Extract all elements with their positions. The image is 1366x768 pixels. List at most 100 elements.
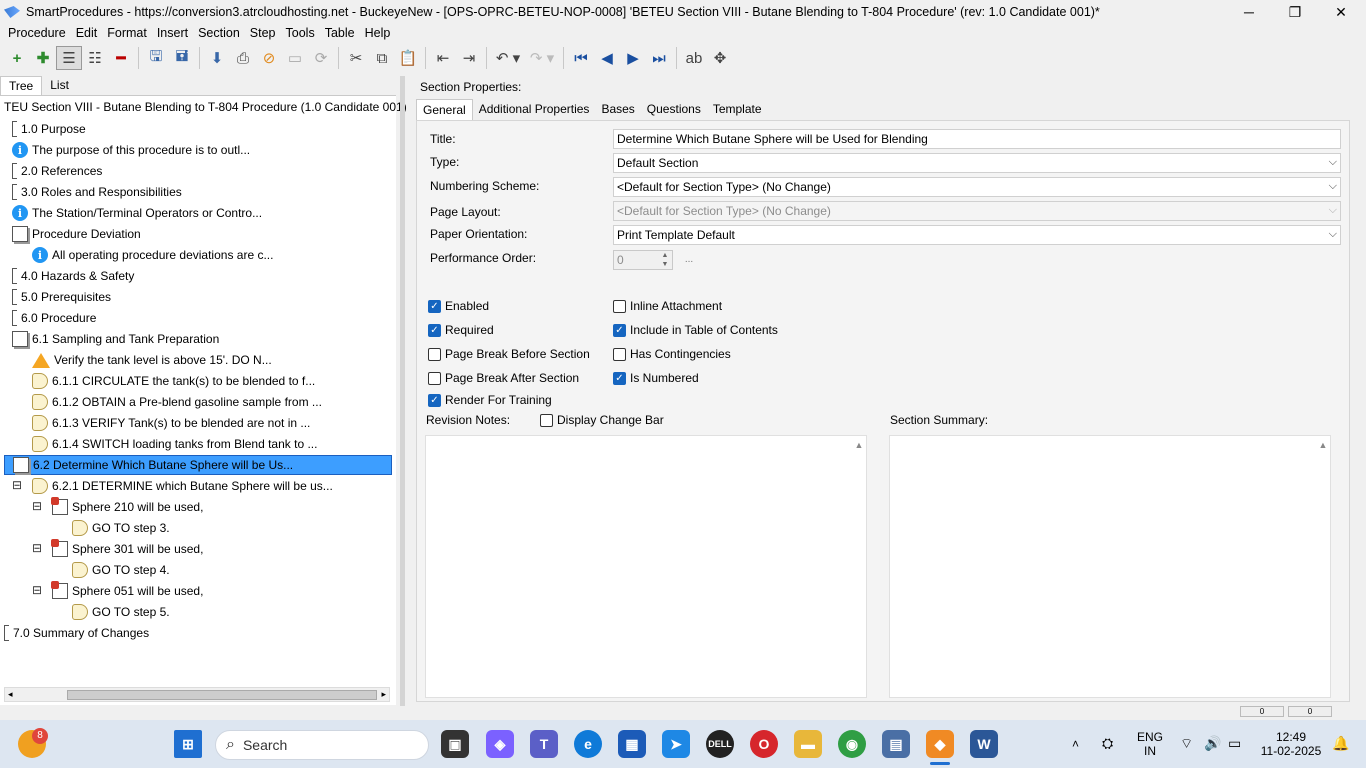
tab-list[interactable]: List <box>42 76 77 96</box>
remove-icon[interactable]: ━ <box>108 46 134 70</box>
wifi-icon[interactable]: ⌔ <box>1180 736 1193 750</box>
menu-table[interactable]: Table <box>320 26 360 40</box>
close-button[interactable]: ✕ <box>1318 0 1364 24</box>
indent-icon[interactable]: ⇥ <box>456 46 482 70</box>
last-icon[interactable]: ⏭ <box>646 46 672 70</box>
include-toc-checkbox[interactable]: ✓ Include in Table of Contents <box>613 323 778 337</box>
horizontal-scrollbar[interactable]: ◂ ▸ <box>4 687 390 702</box>
menu-step[interactable]: Step <box>245 26 281 40</box>
tree-item[interactable]: i The Station/Terminal Operators or Contr… <box>12 203 262 223</box>
next-icon[interactable]: ▶ <box>620 46 646 70</box>
tree-item[interactable]: 5.0 Prerequisites <box>12 287 111 307</box>
copilot-icon[interactable]: ◈ <box>486 730 514 758</box>
tree-item[interactable]: GO TO step 5. <box>72 602 170 622</box>
clock[interactable]: 12:49 11-02-2025 <box>1256 730 1326 758</box>
menu-edit[interactable]: Edit <box>71 26 103 40</box>
tree-item[interactable]: Procedure Deviation <box>12 224 141 244</box>
is-numbered-checkbox[interactable]: ✓ Is Numbered <box>613 371 699 385</box>
tab-general[interactable]: General <box>416 99 473 120</box>
copy-icon[interactable]: ⧉ <box>369 46 395 70</box>
collapse-icon[interactable]: ⊟ <box>32 500 42 512</box>
collapse-icon[interactable]: ⊟ <box>32 584 42 596</box>
menu-section[interactable]: Section <box>193 26 245 40</box>
add-icon[interactable]: + <box>4 46 30 70</box>
tree-item[interactable]: GO TO step 3. <box>72 518 170 538</box>
revision-notes-textarea[interactable]: ▲ <box>425 435 867 698</box>
tree-root-title[interactable]: TEU Section VIII - Butane Blending to T-… <box>4 100 407 114</box>
display-change-bar-checkbox[interactable]: Display Change Bar <box>540 413 664 427</box>
menu-help[interactable]: Help <box>360 26 396 40</box>
tab-template[interactable]: Template <box>707 99 768 120</box>
file-explorer-icon[interactable]: ▬ <box>794 730 822 758</box>
paste-icon[interactable]: 📋 <box>395 46 421 70</box>
form-icon[interactable]: ▭ <box>282 46 308 70</box>
outline-view-icon[interactable]: ☰ <box>56 46 82 70</box>
tree-item[interactable]: 6.2.1 DETERMINE which Butane Sphere will… <box>32 476 333 496</box>
section-summary-textarea[interactable]: ▲ <box>889 435 1331 698</box>
collapse-icon[interactable]: ⊟ <box>32 542 42 554</box>
dell-icon[interactable]: DELL <box>706 730 734 758</box>
save-icon[interactable]: 🖬 <box>169 46 195 70</box>
scrollbar-thumb[interactable] <box>67 690 377 700</box>
taskbar-search[interactable]: ⌕ Search <box>215 730 429 760</box>
link-icon[interactable]: ⊘ <box>256 46 282 70</box>
tree-item[interactable]: 6.1.2 OBTAIN a Pre-blend gasoline sample… <box>32 392 322 412</box>
tree-item[interactable]: i All operating procedure deviations are … <box>32 245 273 265</box>
tree-item[interactable]: 4.0 Hazards & Safety <box>12 266 134 286</box>
tree-item[interactable]: 6.1 Sampling and Tank Preparation <box>12 329 219 349</box>
page-break-before-checkbox[interactable]: Page Break Before Section <box>428 347 590 361</box>
tree-item[interactable]: Sphere 210 will be used, <box>51 497 203 517</box>
teams-icon[interactable]: T <box>530 730 558 758</box>
save-all-icon[interactable]: 🖫 <box>143 46 169 70</box>
print-icon[interactable]: ⎙ <box>230 46 256 70</box>
render-for-training-checkbox[interactable]: ✓ Render For Training <box>428 393 552 407</box>
volume-icon[interactable]: 🔊 <box>1204 736 1221 750</box>
smartprocedures-taskbar-icon[interactable]: ◆ <box>926 730 954 758</box>
word-icon[interactable]: W <box>970 730 998 758</box>
battery-icon[interactable]: ▭ <box>1228 736 1241 750</box>
inline-attachment-checkbox[interactable]: Inline Attachment <box>613 299 722 313</box>
spell-check-icon[interactable]: ab <box>681 46 707 70</box>
paper-orientation-select[interactable]: Print Template Default ⌵ <box>613 225 1341 245</box>
tree-item[interactable]: 6.1.3 VERIFY Tank(s) to be blended are n… <box>32 413 310 433</box>
menu-format[interactable]: Format <box>102 26 152 40</box>
tree-item[interactable]: 1.0 Purpose <box>12 119 86 139</box>
language-indicator[interactable]: ENG IN <box>1134 730 1166 758</box>
tree-item[interactable]: 2.0 References <box>12 161 102 181</box>
tree-item[interactable]: 6.1.1 CIRCULATE the tank(s) to be blende… <box>32 371 315 391</box>
publish-icon[interactable]: ⬇ <box>204 46 230 70</box>
tree-item[interactable]: i The purpose of this procedure is to out… <box>12 140 250 160</box>
opera-icon[interactable]: O <box>750 730 778 758</box>
chrome-icon[interactable]: ◉ <box>838 730 866 758</box>
scroll-left-icon[interactable]: ◂ <box>8 689 13 700</box>
windows-start-icon[interactable]: ⊞ <box>174 730 202 758</box>
tree-item[interactable]: 6.1.4 SWITCH loading tanks from Blend ta… <box>32 434 317 454</box>
document-view-icon[interactable]: ☷ <box>82 46 108 70</box>
tree-item[interactable]: 6.2 Determine Which Butane Sphere will b… <box>4 455 392 475</box>
pane-splitter[interactable] <box>400 76 405 706</box>
tree-item[interactable]: GO TO step 4. <box>72 560 170 580</box>
chevron-up-icon[interactable]: ˄ <box>1072 737 1079 751</box>
task-view-icon[interactable]: ▣ <box>441 730 469 758</box>
enabled-checkbox[interactable]: ✓ Enabled <box>428 299 489 313</box>
page-break-after-checkbox[interactable]: Page Break After Section <box>428 371 579 385</box>
restore-button[interactable]: ❐ <box>1272 0 1318 24</box>
network-status-icon[interactable]: ⛭ <box>1102 736 1113 750</box>
first-icon[interactable]: ⏮ <box>568 46 594 70</box>
has-contingencies-checkbox[interactable]: Has Contingencies <box>613 347 731 361</box>
tree-item[interactable]: Sphere 301 will be used, <box>51 539 203 559</box>
scroll-up-icon[interactable]: ▲ <box>852 440 866 450</box>
tab-questions[interactable]: Questions <box>641 99 707 120</box>
menu-insert[interactable]: Insert <box>152 26 193 40</box>
tab-tree[interactable]: Tree <box>0 76 43 96</box>
edge-icon[interactable]: e <box>574 730 602 758</box>
notifications-icon[interactable]: 🔔 <box>1332 736 1349 750</box>
powerautomate-icon[interactable]: ➤ <box>662 730 690 758</box>
move-icon[interactable]: ✥ <box>707 46 733 70</box>
tree-item[interactable]: 3.0 Roles and Responsibilities <box>12 182 182 202</box>
outdent-icon[interactable]: ⇤ <box>430 46 456 70</box>
tree-item[interactable]: 7.0 Summary of Changes <box>4 623 149 643</box>
tab-additional-properties[interactable]: Additional Properties <box>473 99 596 120</box>
redo-icon[interactable]: ↷ ▾ <box>525 46 559 70</box>
cut-icon[interactable]: ✂ <box>343 46 369 70</box>
